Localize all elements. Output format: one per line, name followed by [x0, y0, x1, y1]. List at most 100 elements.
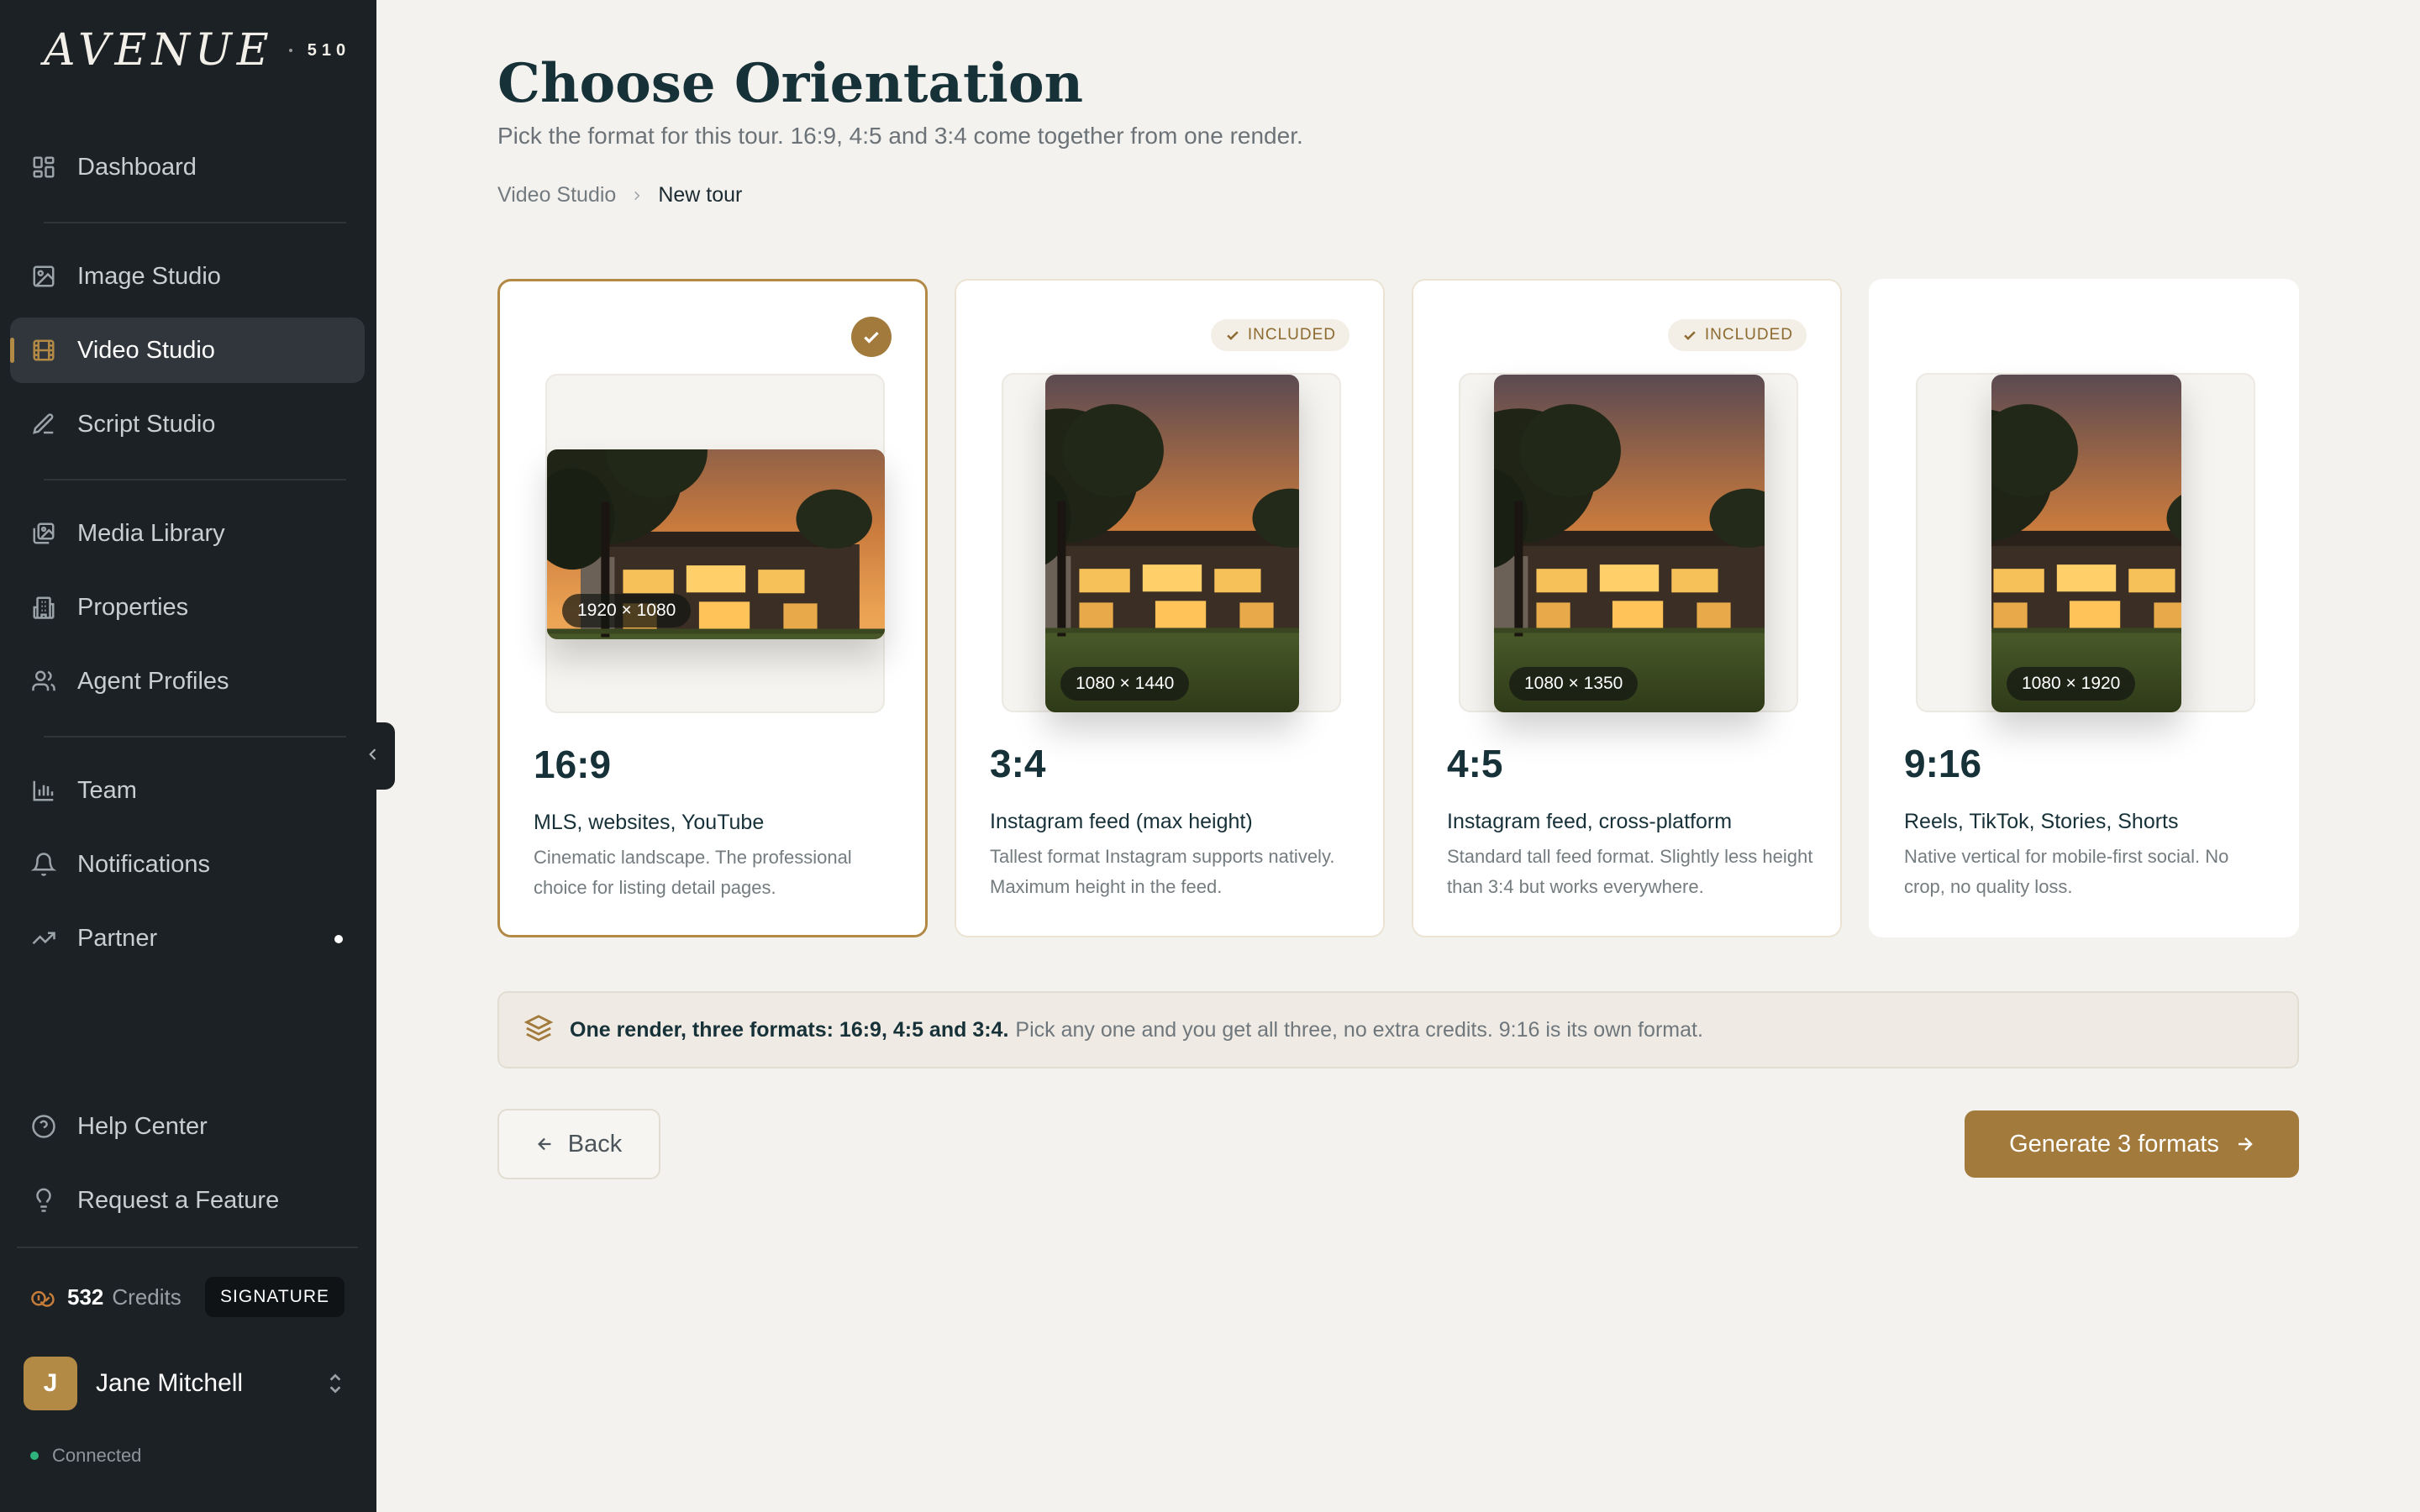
- chevron-left-icon: [365, 746, 381, 767]
- breadcrumb-item-video-studio[interactable]: Video Studio: [497, 183, 616, 207]
- preview-frame: 1080 × 1920: [1916, 373, 2255, 712]
- sidebar-item-label: Agent Profiles: [77, 667, 229, 695]
- back-button-label: Back: [567, 1130, 623, 1158]
- film-icon: [30, 337, 57, 364]
- included-label: INCLUDED: [1247, 326, 1336, 344]
- layers-icon: [523, 1014, 554, 1047]
- included-label: INCLUDED: [1704, 326, 1793, 344]
- orientation-card-16-9[interactable]: 1920 × 1080 16:9 MLS, websites, YouTube …: [497, 279, 928, 937]
- avatar: J: [24, 1357, 77, 1410]
- credits-summary[interactable]: 532 Credits SIGNATURE: [30, 1277, 350, 1317]
- sidebar-item-partner[interactable]: Partner: [10, 906, 365, 971]
- user-menu[interactable]: J Jane Mitchell: [24, 1354, 351, 1413]
- sidebar-item-label: Partner: [77, 924, 158, 952]
- plan-badge: SIGNATURE: [205, 1277, 345, 1317]
- sidebar-item-label: Video Studio: [77, 336, 215, 364]
- sidebar-item-video-studio[interactable]: Video Studio: [10, 318, 365, 383]
- brand-logo[interactable]: AVENUE 510: [44, 24, 350, 77]
- breadcrumb-item-current: New tour: [658, 183, 743, 207]
- sidebar-item-label: Image Studio: [77, 262, 221, 290]
- selected-check-icon: [851, 317, 892, 357]
- preview-frame: 1920 × 1080: [545, 374, 885, 713]
- help-circle-icon: [30, 1113, 57, 1140]
- dimensions-pill: 1080 × 1920: [2007, 667, 2136, 701]
- card-title: Reels, TikTok, Stories, Shorts: [1904, 810, 2179, 833]
- info-highlight: One render, three formats: 16:9, 4:5 and…: [570, 1017, 1009, 1042]
- preview-image-4-5: 1080 × 1350: [1494, 375, 1765, 712]
- chevron-right-icon: [631, 183, 643, 207]
- sidebar-item-script-studio[interactable]: Script Studio: [10, 391, 365, 457]
- card-title: Instagram feed, cross-platform: [1447, 810, 1733, 833]
- status-dot: [30, 1452, 39, 1460]
- sidebar-item-media-library[interactable]: Media Library: [10, 501, 365, 566]
- credits-label: Credits: [112, 1284, 182, 1310]
- generate-button-label: Generate 3 formats: [2009, 1130, 2219, 1158]
- sidebar-item-label: Script Studio: [77, 410, 216, 438]
- users-icon: [30, 668, 57, 695]
- sidebar-item-team[interactable]: Team: [10, 758, 365, 823]
- sidebar-item-image-studio[interactable]: Image Studio: [10, 244, 365, 309]
- credits-value: 532: [67, 1284, 104, 1310]
- sidebar-item-label: Notifications: [77, 850, 210, 878]
- check-icon: [1227, 331, 1239, 340]
- included-badge: INCLUDED: [1667, 319, 1807, 351]
- sidebar-item-label: Media Library: [77, 519, 225, 547]
- sidebar-divider: [44, 479, 346, 480]
- orientation-card-9-16[interactable]: 1080 × 1920 9:16 Reels, TikTok, Stories,…: [1869, 279, 2299, 937]
- connection-status: Connected: [30, 1445, 141, 1467]
- card-ratio: 3:4: [990, 742, 1046, 785]
- sidebar-divider: [17, 1247, 358, 1248]
- sidebar-item-label: Team: [77, 776, 137, 804]
- status-text: Connected: [52, 1445, 142, 1466]
- arrow-left-icon: [537, 1137, 551, 1151]
- card-description: Standard tall feed format. Slightly less…: [1447, 846, 1813, 897]
- dimensions-pill: 1920 × 1080: [562, 594, 692, 627]
- trending-up-icon: [30, 925, 57, 952]
- back-button[interactable]: Back: [497, 1109, 660, 1179]
- check-icon: [1684, 331, 1696, 340]
- sidebar-item-dashboard[interactable]: Dashboard: [10, 134, 365, 200]
- card-title: MLS, websites, YouTube: [534, 811, 765, 834]
- brand-separator: [288, 49, 292, 52]
- pen-icon: [30, 411, 57, 438]
- sidebar-item-label: Properties: [77, 593, 189, 621]
- partner-indicator-dot: [334, 935, 343, 943]
- bar-chart-icon: [30, 777, 57, 804]
- sidebar-item-label: Dashboard: [77, 153, 197, 181]
- card-ratio: 9:16: [1904, 742, 1982, 785]
- user-name: Jane Mitchell: [96, 1369, 244, 1397]
- sidebar-item-notifications[interactable]: Notifications: [10, 832, 365, 897]
- generate-formats-button[interactable]: Generate 3 formats: [1965, 1110, 2299, 1178]
- page-title: Choose Orientation: [497, 52, 1084, 115]
- chevron-up-down-icon[interactable]: [324, 1371, 346, 1400]
- grid-icon: [30, 154, 57, 181]
- coins-icon: [30, 1283, 55, 1312]
- formats-info-banner: One render, three formats: 16:9, 4:5 and…: [497, 991, 2299, 1068]
- info-text: Pick any one and you get all three, no e…: [1015, 1017, 1703, 1042]
- card-description: Native vertical for mobile-first social.…: [1904, 846, 2229, 897]
- sidebar-divider: [44, 222, 346, 223]
- sidebar-item-agent-profiles[interactable]: Agent Profiles: [10, 648, 365, 714]
- card-ratio: 4:5: [1447, 742, 1503, 785]
- image-icon: [30, 263, 57, 290]
- page-subtitle: Pick the format for this tour. 16:9, 4:5…: [497, 123, 1303, 149]
- card-description: Tallest format Instagram supports native…: [990, 846, 1335, 897]
- arrow-right-icon: [2238, 1137, 2253, 1151]
- card-ratio: 16:9: [534, 743, 612, 786]
- lightbulb-icon: [30, 1187, 57, 1214]
- bell-icon: [30, 851, 57, 878]
- included-badge: INCLUDED: [1210, 319, 1349, 351]
- collapse-sidebar-button[interactable]: [351, 722, 395, 790]
- sidebar-item-label: Request a Feature: [77, 1186, 280, 1214]
- preview-image-portrait: 1080 × 1920: [1991, 375, 2181, 712]
- orientation-card-3-4[interactable]: INCLUDED 1080 × 1440 3:4 Instagram feed …: [955, 279, 1385, 937]
- sidebar-item-properties[interactable]: Properties: [10, 575, 365, 640]
- brand-name: AVENUE: [44, 25, 274, 76]
- sidebar-item-request-feature[interactable]: Request a Feature: [10, 1168, 365, 1233]
- brand-number: 510: [307, 40, 351, 60]
- preview-frame: 1080 × 1440: [1002, 373, 1341, 712]
- orientation-card-4-5[interactable]: INCLUDED 1080 × 1350 4:5 Instagram feed,…: [1412, 279, 1842, 937]
- sidebar-item-help-center[interactable]: Help Center: [10, 1094, 365, 1159]
- building-icon: [30, 594, 57, 621]
- media-library-icon: [30, 520, 57, 547]
